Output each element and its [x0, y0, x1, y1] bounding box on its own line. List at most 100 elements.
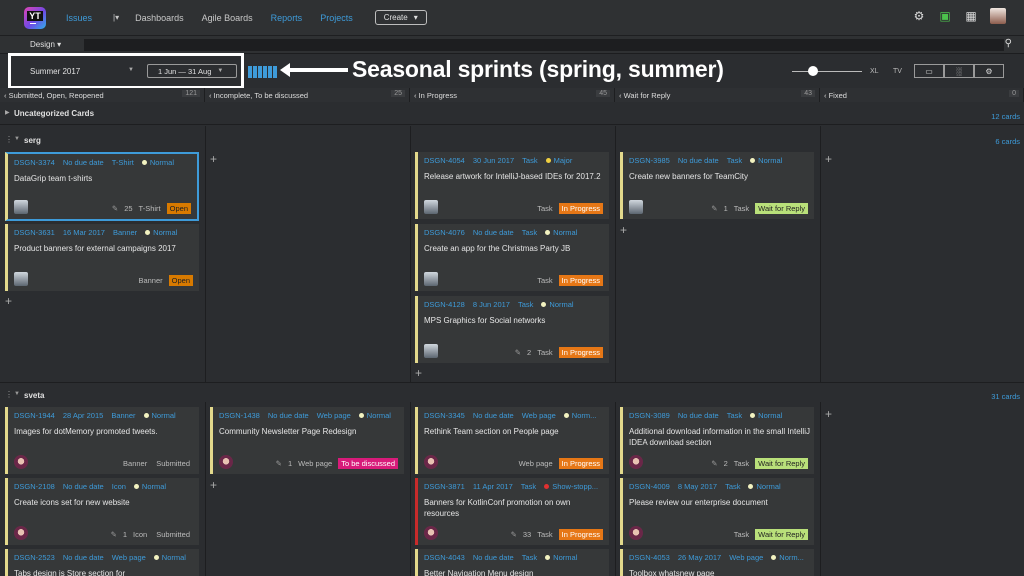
card-title[interactable]: Images for dotMemory promoted tweets.	[14, 426, 196, 437]
assignee-avatar[interactable]	[424, 200, 438, 214]
card-priority[interactable]: Normal	[141, 158, 174, 167]
card-priority[interactable]: Major	[545, 156, 572, 165]
card-priority[interactable]: Normal	[358, 411, 391, 420]
assignee-avatar[interactable]	[14, 200, 28, 214]
collapse-caret-icon[interactable]: ▼	[14, 136, 20, 142]
card-due[interactable]: 8 May 2017	[678, 482, 717, 491]
card-type-footer[interactable]: Task	[734, 204, 749, 213]
card-priority[interactable]: Normal	[545, 553, 577, 562]
card-id[interactable]: DSGN-2523	[14, 553, 55, 562]
card-title[interactable]: Community Newsletter Page Redesign	[219, 426, 401, 437]
add-card-plus-icon[interactable]: +	[5, 295, 12, 307]
inbox-view-button[interactable]: ▭	[914, 64, 944, 78]
card-due[interactable]: No due date	[63, 158, 104, 167]
card-dsgn-4076[interactable]: DSGN-4076 No due date Task Normal Create…	[415, 224, 609, 291]
card-id[interactable]: DSGN-3374	[14, 158, 55, 167]
card-id[interactable]: DSGN-4128	[424, 300, 465, 309]
card-due[interactable]: No due date	[63, 553, 104, 562]
card-type[interactable]: Web page	[522, 411, 556, 420]
uncategorized-swimlane[interactable]: Uncategorized Cards	[0, 109, 1024, 125]
card-type[interactable]: Task	[725, 482, 740, 491]
card-title[interactable]: Release artwork for IntelliJ-based IDEs …	[424, 171, 606, 182]
card-type-footer[interactable]: T-Shirt	[139, 204, 161, 213]
card-priority[interactable]: Normal	[145, 228, 177, 237]
assignee-avatar[interactable]	[14, 272, 28, 286]
card-type[interactable]: Task	[522, 228, 537, 237]
card-priority[interactable]: Normal	[153, 553, 186, 562]
card-priority[interactable]: Norm...	[771, 553, 804, 562]
assignee-avatar[interactable]	[629, 455, 643, 469]
card-type[interactable]: Web page	[317, 411, 351, 420]
add-card-plus-icon[interactable]: +	[620, 224, 627, 236]
card-dsgn-2523[interactable]: DSGN-2523 No due date Web page Normal Ta…	[5, 549, 199, 576]
card-dsgn-4053[interactable]: DSGN-4053 26 May 2017 Web page Norm... T…	[620, 549, 814, 576]
card-type[interactable]: Task	[727, 411, 742, 420]
card-title[interactable]: Additional download information in the s…	[629, 426, 811, 448]
card-type-footer[interactable]: Icon	[133, 530, 147, 539]
card-title[interactable]: Please review our enterprise document	[629, 497, 811, 508]
assignee-avatar[interactable]	[14, 526, 28, 540]
card-title[interactable]: Better Navigation Menu design	[424, 568, 606, 576]
card-type-footer[interactable]: Task	[537, 348, 552, 357]
card-dsgn-3985[interactable]: DSGN-3985 No due date Task Normal Create…	[620, 152, 814, 219]
assignee-avatar[interactable]	[629, 200, 643, 214]
nav-agile-boards[interactable]: Agile Boards	[202, 13, 253, 23]
card-dsgn-3631[interactable]: DSGN-3631 16 Mar 2017 Banner Normal Prod…	[5, 224, 199, 291]
card-title[interactable]: Rethink Team section on People page	[424, 426, 606, 437]
card-state[interactable]: Submitted	[153, 458, 193, 469]
assignee-avatar[interactable]	[424, 272, 438, 286]
card-state[interactable]: To be discussed	[338, 458, 398, 469]
card-dsgn-3345[interactable]: DSGN-3345 No due date Web page Norm... R…	[415, 407, 609, 474]
card-due[interactable]: 11 Apr 2017	[473, 482, 513, 491]
card-due[interactable]: 8 Jun 2017	[473, 300, 510, 309]
card-due[interactable]: No due date	[473, 228, 514, 237]
card-title[interactable]: DataGrip team t-shirts	[14, 173, 196, 184]
card-title[interactable]: Create new banners for TeamCity	[629, 171, 811, 182]
nav-issues[interactable]: Issues	[66, 13, 92, 23]
add-card-plus-icon[interactable]: +	[210, 153, 217, 165]
card-type[interactable]: Banner	[111, 411, 135, 420]
card-priority[interactable]: Normal	[748, 482, 781, 491]
card-type-footer[interactable]: Web page	[298, 459, 332, 468]
assignee-avatar[interactable]	[424, 344, 438, 358]
gift-icon[interactable]: ▣	[938, 9, 952, 23]
swimlane-count[interactable]: 6 cards	[995, 137, 1020, 146]
add-card-plus-icon[interactable]: +	[825, 408, 832, 420]
card-due[interactable]: 30 Jun 2017	[473, 156, 514, 165]
card-type[interactable]: Icon	[112, 482, 126, 491]
gear-icon[interactable]: ⚙	[912, 9, 926, 23]
board-select[interactable]: Design ▾	[30, 40, 61, 49]
column-header-submitted[interactable]: ‹ Submitted, Open, Reopened 121	[0, 88, 205, 102]
search-icon[interactable]: ⚲	[1005, 38, 1012, 49]
card-type-footer[interactable]: Task	[734, 459, 749, 468]
nav-dashboards[interactable]: Dashboards	[135, 13, 184, 23]
settings-view-button[interactable]: ⚙	[974, 64, 1004, 78]
card-title[interactable]: Create an app for the Christmas Party JB	[424, 243, 606, 254]
card-type-footer[interactable]: Banner	[123, 459, 147, 468]
user-avatar[interactable]	[990, 8, 1006, 24]
card-state[interactable]: Submitted	[153, 529, 193, 540]
card-id[interactable]: DSGN-4053	[629, 553, 670, 562]
card-dsgn-4128[interactable]: DSGN-4128 8 Jun 2017 Task Normal MPS Gra…	[415, 296, 609, 363]
card-priority[interactable]: Normal	[750, 411, 782, 420]
column-header-in-progress[interactable]: ‹ In Progress 45	[410, 88, 615, 102]
assignee-avatar[interactable]	[629, 526, 643, 540]
card-title[interactable]: Tabs design is Store section for	[14, 568, 196, 576]
card-due[interactable]: No due date	[678, 411, 719, 420]
card-priority[interactable]: Normal	[133, 482, 166, 491]
card-state[interactable]: In Progress	[558, 347, 603, 358]
card-priority[interactable]: Show-stopp...	[544, 482, 598, 491]
card-due[interactable]: No due date	[473, 553, 514, 562]
card-id[interactable]: DSGN-1438	[219, 411, 260, 420]
card-title[interactable]: Create icons set for new website	[14, 497, 196, 508]
card-type-footer[interactable]: Banner	[138, 276, 162, 285]
uncategorized-count[interactable]: 12 cards	[991, 112, 1020, 121]
card-state[interactable]: In Progress	[558, 529, 603, 540]
card-dsgn-2108[interactable]: DSGN-2108 No due date Icon Normal Create…	[5, 478, 199, 545]
chart-bars-icon[interactable]	[248, 66, 277, 78]
swimlane-count[interactable]: 31 cards	[991, 392, 1020, 401]
card-dsgn-3374[interactable]: DSGN-3374 No due date T-Shirt Normal Dat…	[5, 152, 199, 221]
card-priority[interactable]: Normal	[541, 300, 574, 309]
card-type[interactable]: Task	[521, 482, 536, 491]
card-size-slider-knob[interactable]	[808, 66, 818, 76]
